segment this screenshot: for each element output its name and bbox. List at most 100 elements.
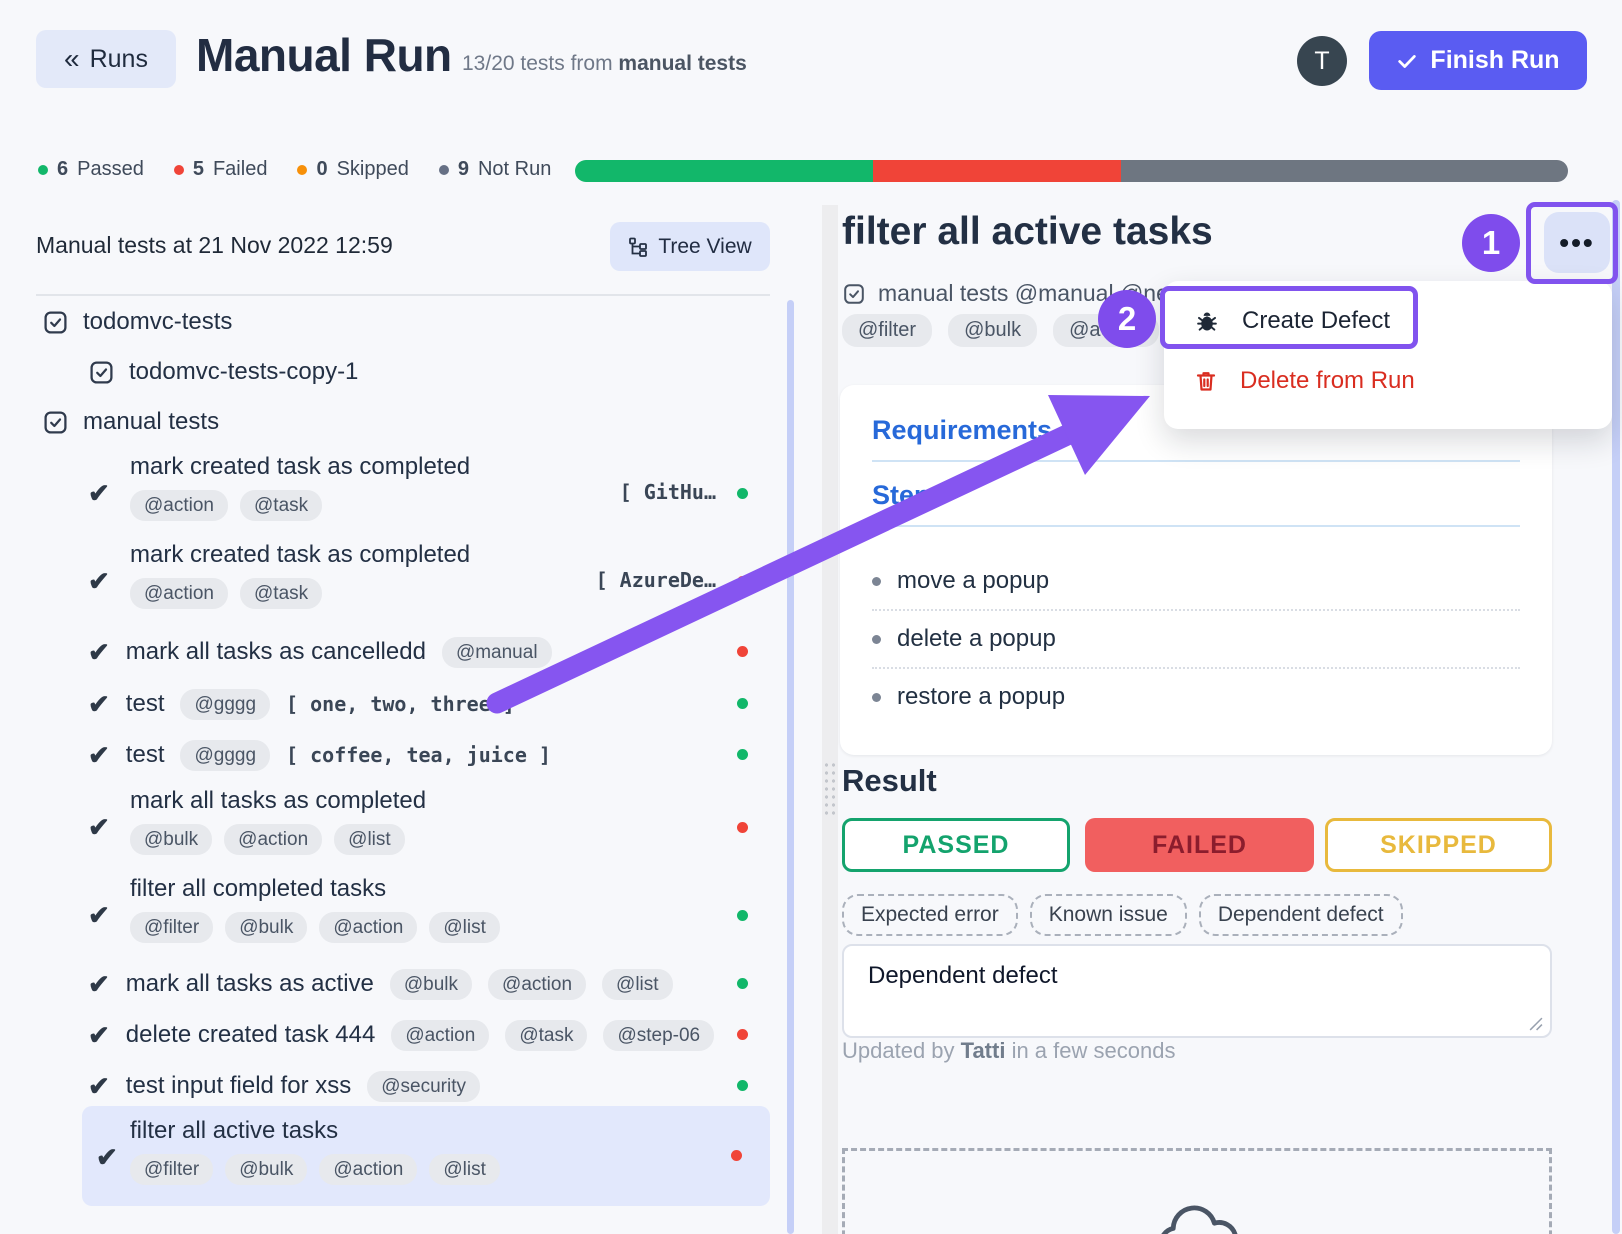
test-row[interactable]: ✔ test @gggg [ one, two, three ] <box>88 684 770 724</box>
resize-handle-icon[interactable] <box>1528 1016 1543 1031</box>
tag-pill: @list <box>334 824 405 855</box>
chip-dependent-defect[interactable]: Dependent defect <box>1199 894 1403 936</box>
result-skipped-button[interactable]: SKIPPED <box>1325 818 1552 872</box>
test-row[interactable]: ✔ mark created task as completed @action… <box>88 452 770 521</box>
step-item: restore a popup <box>872 667 1520 725</box>
subtitle-count: 13/20 tests from <box>462 52 618 75</box>
test-row-selected[interactable]: ✔ filter all active tasks @filter @bulk … <box>82 1106 770 1206</box>
menu-item-delete-from-run[interactable]: Delete from Run <box>1164 351 1612 411</box>
step-text: move a popup <box>897 567 1049 595</box>
panel-splitter[interactable] <box>822 205 838 1234</box>
check-icon: ✔ <box>88 900 110 931</box>
updated-user: Tatti <box>961 1038 1006 1063</box>
check-icon: ✔ <box>88 566 110 597</box>
test-row[interactable]: ✔ test input field for xss @security <box>88 1066 770 1106</box>
tree-view-button[interactable]: Tree View <box>610 222 770 271</box>
test-row[interactable]: ✔ delete created task 444 @action @task … <box>88 1015 770 1055</box>
not-run-label: Not Run <box>478 158 551 181</box>
updated-caption: Updated by Tatti in a few seconds <box>842 1038 1175 1064</box>
suite-icon <box>42 309 69 336</box>
tag-pill: @task <box>240 578 322 609</box>
skipped-label: Skipped <box>337 158 409 181</box>
test-title: mark created task as completed <box>130 540 770 570</box>
tag-pill: @step-06 <box>603 1020 714 1051</box>
status-dot <box>731 1150 742 1161</box>
test-detail-title: filter all active tasks <box>842 210 1213 254</box>
passed-dot-icon <box>38 165 48 175</box>
tag-pill: @list <box>602 969 673 1000</box>
suite-item-todomvc-tests-copy-1[interactable]: todomvc-tests-copy-1 <box>88 358 358 386</box>
step-item: move a popup <box>872 553 1520 609</box>
back-to-runs-button[interactable]: « Runs <box>36 30 176 88</box>
tag-pill: @list <box>429 912 500 943</box>
result-passed-button[interactable]: PASSED <box>842 818 1070 872</box>
test-row[interactable]: ✔ mark all tasks as cancelledd @manual <box>88 632 770 672</box>
finish-run-button[interactable]: Finish Run <box>1369 31 1587 90</box>
ellipsis-icon: ••• <box>1559 227 1594 258</box>
status-dot <box>737 488 748 499</box>
skipped-count: 0 <box>316 158 327 181</box>
step-text: delete a popup <box>897 625 1056 653</box>
steps-list: move a popup delete a popup restore a po… <box>872 553 1520 725</box>
test-example: [ GitHu… <box>620 480 716 504</box>
not-run-count: 9 <box>458 158 469 181</box>
result-note-textarea[interactable]: Dependent defect <box>842 944 1552 1038</box>
progress-passed-segment <box>575 160 873 182</box>
trash-icon <box>1194 369 1218 393</box>
tag-pill: @list <box>429 1154 500 1185</box>
check-icon: ✔ <box>96 1142 118 1173</box>
chip-known-issue[interactable]: Known issue <box>1030 894 1187 936</box>
step-item: delete a popup <box>872 609 1520 667</box>
more-options-button[interactable]: ••• <box>1544 212 1610 273</box>
tag-pill: @bulk <box>225 1154 307 1185</box>
tree-view-label: Tree View <box>658 235 751 259</box>
failed-dot-icon <box>174 165 184 175</box>
test-row[interactable]: ✔ mark all tasks as active @bulk @action… <box>88 964 770 1004</box>
result-failed-button[interactable]: FAILED <box>1085 818 1314 872</box>
test-title: filter all active tasks <box>130 1116 770 1146</box>
cloud-upload-icon <box>1152 1196 1248 1234</box>
suite-item-manual-tests[interactable]: manual tests <box>42 408 219 436</box>
tag-pill: @task <box>505 1020 587 1051</box>
failed-label: Failed <box>213 158 267 181</box>
context-menu: Create Defect Delete from Run <box>1164 281 1612 429</box>
run-list-title: Manual tests at 21 Nov 2022 12:59 <box>36 232 393 259</box>
tag-pill: @bulk <box>130 824 212 855</box>
suite-icon <box>842 282 866 306</box>
divider <box>36 294 770 296</box>
bullet-icon <box>872 577 881 586</box>
tag-pill: @action <box>130 578 228 609</box>
run-progress-bar <box>575 160 1568 182</box>
delete-from-run-label: Delete from Run <box>1240 367 1415 395</box>
test-row[interactable]: ✔ mark created task as completed @action… <box>88 540 770 609</box>
left-panel-scrollbar[interactable] <box>787 300 794 1234</box>
tag-pill: @action <box>391 1020 489 1051</box>
steps-link[interactable]: Steps <box>872 480 946 511</box>
subtitle-suite-name: manual tests <box>618 52 746 75</box>
right-panel-scrollbar[interactable] <box>1612 200 1620 1234</box>
skipped-dot-icon <box>297 165 307 175</box>
test-row[interactable]: ✔ test @gggg [ coffee, tea, juice ] <box>88 735 770 775</box>
test-row[interactable]: ✔ mark all tasks as completed @bulk @act… <box>88 786 770 855</box>
suite-item-todomvc-tests[interactable]: todomvc-tests <box>42 308 232 336</box>
stat-passed: 6 Passed <box>38 158 144 181</box>
divider <box>872 525 1520 527</box>
menu-item-create-defect[interactable]: Create Defect <box>1164 291 1612 351</box>
test-example: [ one, two, three ] <box>286 692 515 716</box>
requirements-link[interactable]: Requirements <box>872 415 1052 446</box>
page-title: Manual Run <box>196 28 452 82</box>
chip-expected-error[interactable]: Expected error <box>842 894 1018 936</box>
test-row[interactable]: ✔ filter all completed tasks @filter @bu… <box>88 874 770 943</box>
tag-pill: @action <box>130 490 228 521</box>
status-dot <box>737 576 748 587</box>
page-subtitle: 13/20 tests from manual tests <box>462 52 747 76</box>
avatar[interactable]: T <box>1297 36 1347 86</box>
tag-pill: @action <box>488 969 586 1000</box>
tag-pill: @bulk <box>948 314 1037 347</box>
back-to-runs-label: Runs <box>90 45 148 74</box>
tag-pill: @bulk <box>390 969 472 1000</box>
test-example: [ coffee, tea, juice ] <box>286 743 551 767</box>
status-dot <box>737 1080 748 1091</box>
suite-icon <box>42 409 69 436</box>
tag-pill: @manual <box>442 637 552 668</box>
